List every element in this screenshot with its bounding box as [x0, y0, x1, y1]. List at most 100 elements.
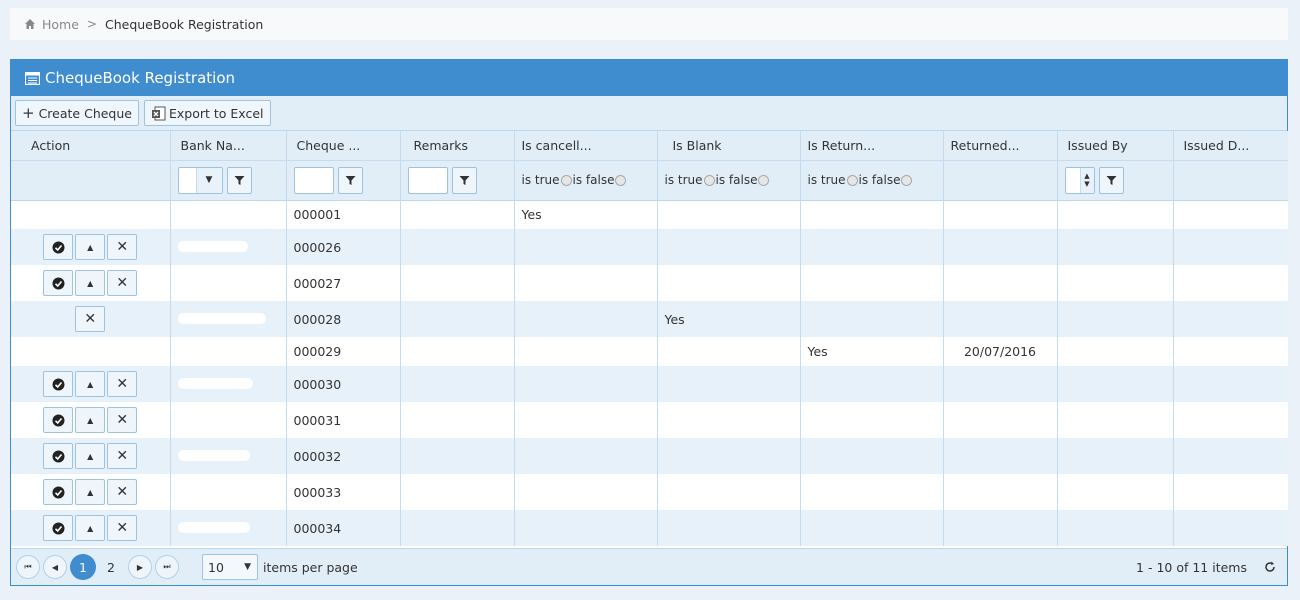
- issue-button[interactable]: ▲: [75, 407, 106, 433]
- page-1-button[interactable]: 1: [70, 554, 96, 580]
- close-icon: ✕: [116, 484, 129, 500]
- close-icon: ✕: [84, 311, 97, 327]
- cancel-button[interactable]: ✕: [75, 306, 106, 332]
- create-cheque-button[interactable]: + Create Cheque: [15, 100, 139, 126]
- last-page-button[interactable]: ⏭: [155, 555, 179, 579]
- remarks-cell: [400, 402, 515, 438]
- cancel-button[interactable]: ✕: [107, 515, 138, 541]
- chevron-down-icon: ▼: [195, 167, 222, 193]
- returned-date-cell: [943, 229, 1058, 265]
- remarks-cell: [400, 366, 515, 402]
- cancel-button[interactable]: ✕: [107, 234, 138, 260]
- close-icon: ✕: [116, 448, 129, 464]
- cancel-button[interactable]: ✕: [107, 371, 138, 397]
- blank-true-radio[interactable]: [703, 175, 715, 186]
- issued-by-cell: [1057, 301, 1174, 337]
- is-blank-cell: Yes: [657, 301, 801, 337]
- cheque-cell: 000032: [286, 438, 401, 474]
- col-is-blank[interactable]: Is Blank: [657, 131, 801, 161]
- issue-button[interactable]: ▲: [75, 234, 106, 260]
- col-issued-by[interactable]: Issued By: [1057, 131, 1174, 161]
- issued-by-filter-stepper[interactable]: ▲ ▼: [1064, 166, 1095, 194]
- panel-header: ChequeBook Registration: [11, 60, 1287, 96]
- col-action: Action: [11, 131, 171, 161]
- issue-button[interactable]: ▲: [75, 479, 106, 505]
- table-row[interactable]: ▲ ✕ 000026: [11, 229, 1288, 265]
- returned-false-radio[interactable]: [901, 175, 913, 186]
- triangle-up-icon: ▲: [87, 242, 94, 252]
- cheque-cell: 000030: [286, 366, 401, 402]
- cancelled-false-radio[interactable]: [615, 175, 627, 186]
- bank-filter-button[interactable]: [226, 166, 252, 194]
- remarks-cell: [400, 337, 515, 366]
- is-blank-cell: [657, 265, 801, 301]
- cancel-button[interactable]: ✕: [107, 443, 138, 469]
- issue-button[interactable]: ▲: [75, 443, 106, 469]
- issue-button[interactable]: ▲: [75, 371, 106, 397]
- cancelled-true-radio[interactable]: [560, 175, 572, 186]
- prev-page-button[interactable]: ◀: [43, 555, 67, 579]
- breadcrumb-current: ChequeBook Registration: [104, 16, 264, 32]
- table-row[interactable]: 000029 Yes 20/07/2016: [11, 337, 1288, 366]
- filter-icon: [1106, 175, 1116, 185]
- check-circle-icon: [52, 450, 65, 462]
- table-row[interactable]: ▲ ✕ 000030: [11, 366, 1288, 402]
- table-row[interactable]: ✕ 000028 Yes: [11, 301, 1288, 337]
- table-row[interactable]: ▲ ✕ 000032: [11, 438, 1288, 474]
- cancel-button[interactable]: ✕: [107, 270, 138, 296]
- bank-name-cell: [170, 200, 287, 229]
- col-cheque[interactable]: Cheque ...: [286, 131, 401, 161]
- bank-name-cell: [170, 438, 287, 474]
- cheque-cell: 000026: [286, 229, 401, 265]
- next-page-button[interactable]: ▶: [128, 555, 152, 579]
- col-issued-date[interactable]: Issued D...: [1173, 131, 1288, 161]
- cancel-button[interactable]: ✕: [107, 407, 138, 433]
- page-size-select[interactable]: 10 ▼: [202, 554, 258, 580]
- cheque-filter-button[interactable]: [337, 166, 363, 194]
- approve-button[interactable]: [43, 407, 74, 433]
- grid-toolbar: + Create Cheque Export to Excel: [11, 96, 1287, 131]
- issued-by-filter-button[interactable]: [1098, 166, 1124, 194]
- col-returned-date[interactable]: Returned...: [943, 131, 1058, 161]
- col-is-returned[interactable]: Is Return...: [800, 131, 944, 161]
- col-bank-name[interactable]: Bank Na...: [170, 131, 287, 161]
- returned-false-label: is false: [858, 173, 901, 187]
- approve-button[interactable]: [43, 234, 74, 260]
- table-row[interactable]: ▲ ✕ 000027: [11, 265, 1288, 301]
- bank-filter-select[interactable]: ▼: [177, 166, 223, 194]
- refresh-icon[interactable]: [1263, 560, 1277, 574]
- create-cheque-label: Create Cheque: [38, 105, 132, 121]
- col-remarks[interactable]: Remarks: [400, 131, 515, 161]
- cancel-button[interactable]: ✕: [107, 479, 138, 505]
- breadcrumb-home-link[interactable]: Home: [42, 17, 79, 32]
- close-icon: ✕: [116, 275, 129, 291]
- col-is-cancelled[interactable]: Is cancell...: [514, 131, 658, 161]
- page-2-button[interactable]: 2: [98, 554, 124, 580]
- remarks-filter-input[interactable]: [407, 166, 448, 194]
- cheque-filter-input[interactable]: [293, 166, 334, 194]
- bank-name-cell: [170, 402, 287, 438]
- issued-date-cell: [1173, 402, 1288, 438]
- approve-button[interactable]: [43, 270, 74, 296]
- returned-true-radio[interactable]: [846, 175, 858, 186]
- table-row[interactable]: ▲ ✕ 000033: [11, 474, 1288, 510]
- remarks-filter-button[interactable]: [451, 166, 477, 194]
- table-row[interactable]: 000001 Yes: [11, 200, 1288, 229]
- cheque-cell: 000033: [286, 474, 401, 510]
- approve-button[interactable]: [43, 443, 74, 469]
- approve-button[interactable]: [43, 479, 74, 505]
- first-page-button[interactable]: ⏮: [16, 555, 40, 579]
- home-icon[interactable]: [24, 18, 36, 30]
- cheque-cell: 000001: [286, 200, 401, 229]
- cheque-cell: 000031: [286, 402, 401, 438]
- table-row[interactable]: ▲ ✕ 000031: [11, 402, 1288, 438]
- export-excel-button[interactable]: Export to Excel: [143, 100, 271, 126]
- issue-button[interactable]: ▲: [75, 270, 106, 296]
- approve-button[interactable]: [43, 371, 74, 397]
- approve-button[interactable]: [43, 515, 74, 541]
- spinner-arrows-icon[interactable]: ▲ ▼: [1079, 167, 1094, 193]
- table-row[interactable]: ▲ ✕ 000034: [11, 510, 1288, 546]
- is-blank-cell: [657, 438, 801, 474]
- blank-false-radio[interactable]: [758, 175, 770, 186]
- issue-button[interactable]: ▲: [75, 515, 106, 541]
